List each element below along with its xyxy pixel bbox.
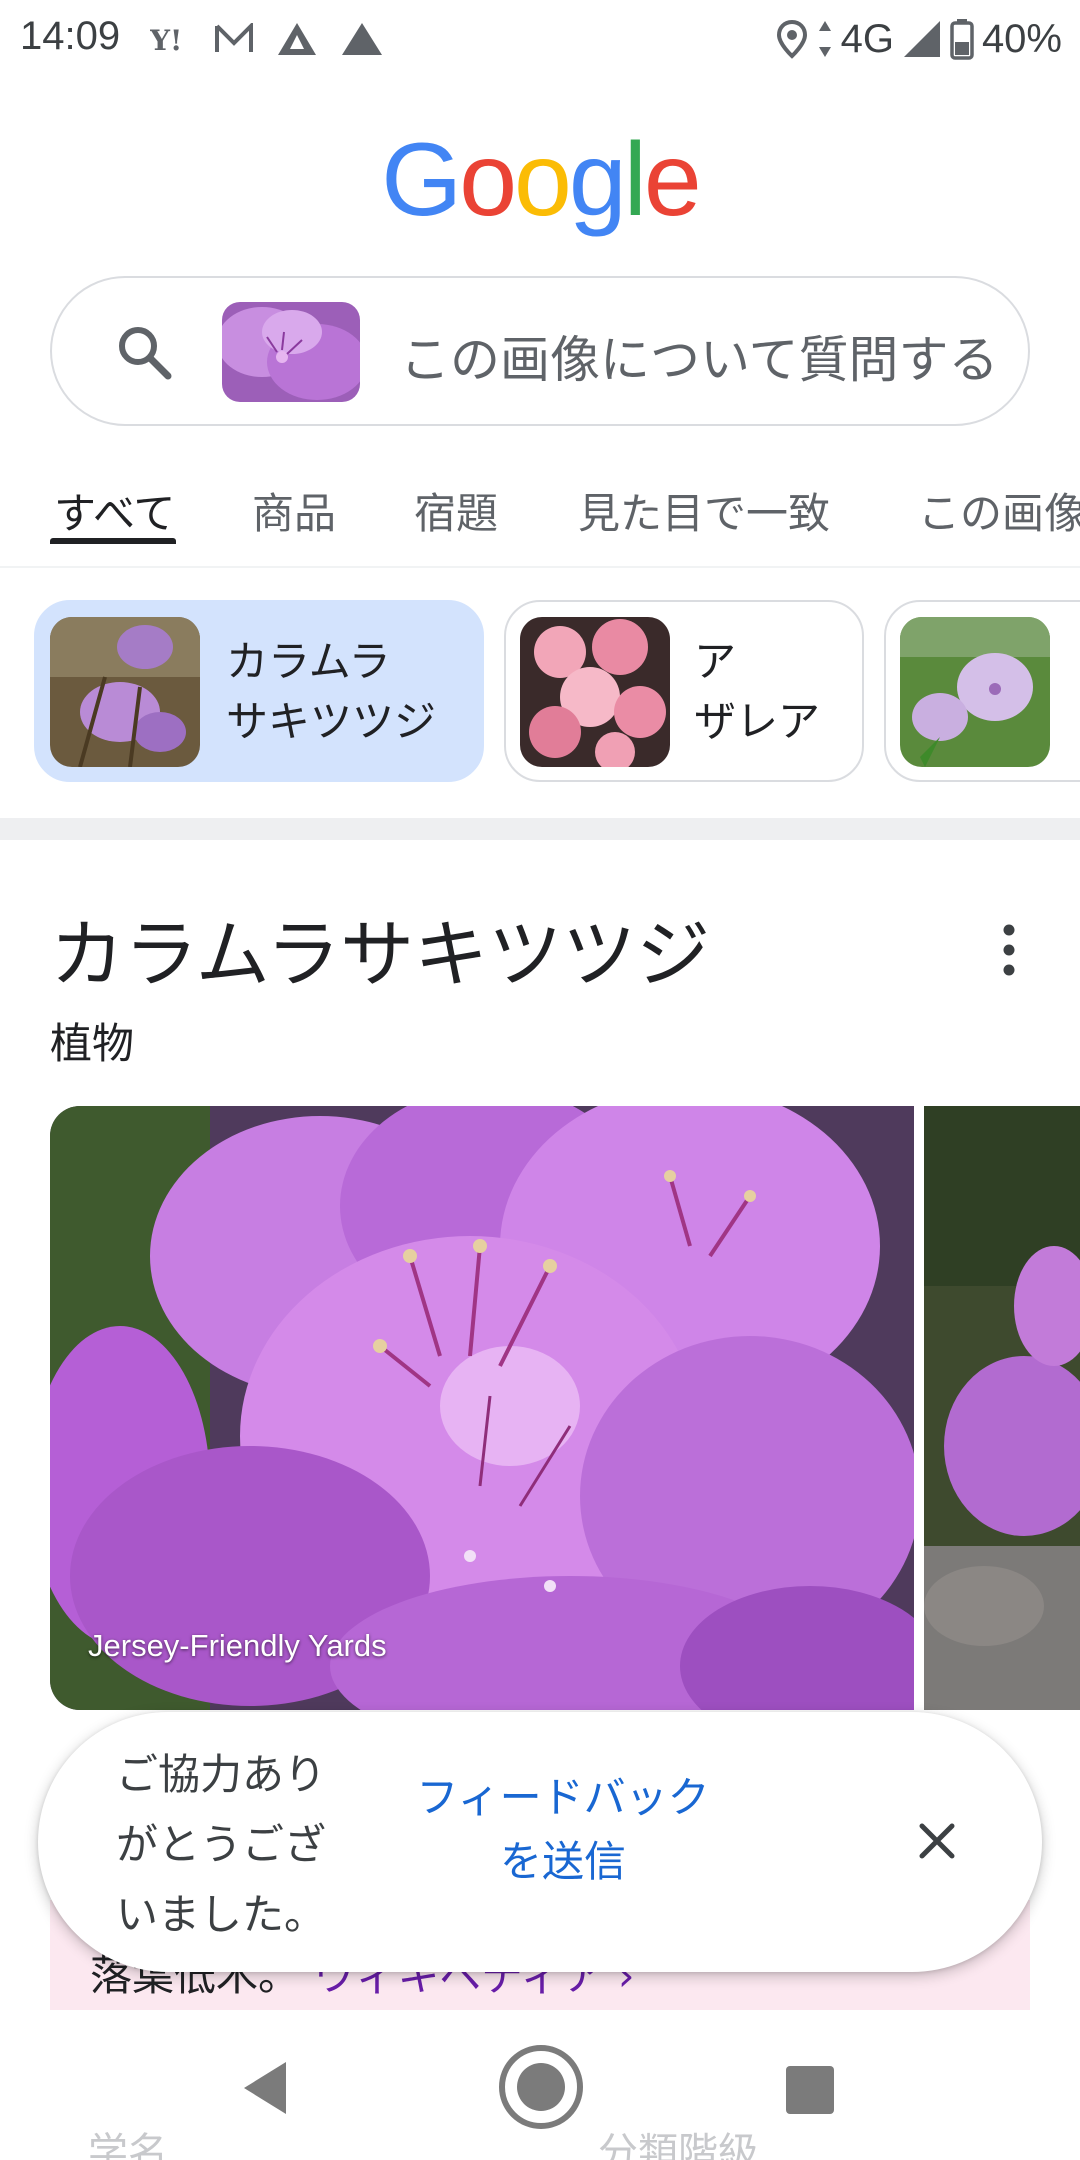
battery-level: 40%	[981, 16, 1062, 61]
drive-icon-2	[342, 23, 382, 55]
back-icon[interactable]	[240, 2060, 290, 2116]
signal-icon	[903, 21, 940, 57]
system-nav-bar	[0, 2010, 1080, 2160]
chip-third[interactable]	[884, 600, 1080, 782]
home-icon[interactable]	[496, 2042, 586, 2132]
status-time: 14:09	[20, 14, 121, 58]
tab-products[interactable]: 商品	[252, 480, 336, 541]
chip-label: ア ザレア	[694, 637, 821, 746]
chip-image	[900, 617, 1050, 767]
search-image-thumbnail[interactable]	[222, 302, 360, 402]
chip-karamurasakitsutsuji[interactable]: カラムラ サキツツジ	[34, 600, 484, 782]
tab-visual-matches[interactable]: 見た目で一致	[578, 480, 830, 541]
chip-azalea[interactable]: ア ザレア	[504, 600, 864, 782]
knowledge-panel-subtitle: 植物	[50, 1019, 135, 1068]
search-icon[interactable]	[114, 322, 174, 382]
search-input[interactable]: この画像について質問する	[400, 320, 999, 392]
chip-image	[50, 617, 200, 767]
status-bar: 14:09 Y! 4G 40%	[0, 0, 1080, 80]
location-icon	[776, 19, 807, 59]
active-tab-indicator	[50, 538, 176, 544]
mail-icon	[215, 23, 253, 52]
snackbar-message: ご協力ありがとうございました。	[116, 1750, 327, 1939]
network-type: 4G	[840, 16, 894, 61]
recents-icon[interactable]	[786, 2066, 834, 2114]
send-feedback-button[interactable]: フィードバックを送信	[408, 1766, 718, 1894]
chip-image	[520, 617, 670, 767]
tab-all[interactable]: すべて	[54, 480, 175, 541]
battery-icon	[950, 19, 974, 60]
svg-text:Y!: Y!	[150, 24, 182, 54]
feedback-snackbar: ご協力ありがとうございました。 フィードバックを送信	[38, 1712, 1042, 1972]
close-icon[interactable]	[914, 1818, 960, 1864]
knowledge-panel-image[interactable]: Jersey-Friendly Yards	[50, 1106, 914, 1710]
section-divider	[0, 818, 1080, 840]
knowledge-panel-image-2[interactable]	[924, 1106, 1080, 1710]
chip-label: カラムラ サキツツジ	[226, 637, 437, 746]
search-tabs: すべて 商品 宿題 見た目で一致 この画像	[0, 470, 1080, 562]
tabs-divider	[0, 566, 1080, 568]
data-arrows-icon	[818, 21, 831, 57]
drive-icon	[278, 23, 316, 55]
system-status: 4G 40%	[775, 12, 1062, 66]
knowledge-panel-title: カラムラサキツツジ	[50, 912, 711, 998]
tab-homework[interactable]: 宿題	[414, 480, 498, 541]
yahoo-icon: Y!	[150, 24, 182, 54]
tab-about-this-image[interactable]: この画像	[918, 480, 1080, 541]
image-source-caption: Jersey-Friendly Yards	[88, 1628, 387, 1663]
notification-icons: Y!	[150, 16, 384, 62]
search-bar[interactable]: この画像について質問する	[50, 276, 1030, 426]
refinement-chips: カラムラ サキツツジ ア ザレア	[0, 600, 1080, 784]
google-logo: Google	[381, 122, 701, 238]
more-vert-icon[interactable]	[992, 922, 1026, 978]
